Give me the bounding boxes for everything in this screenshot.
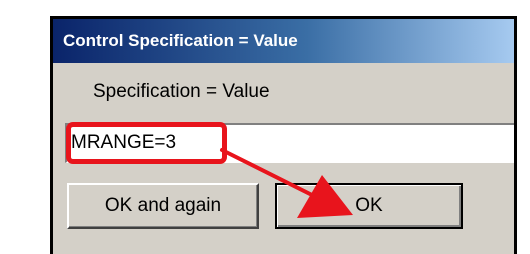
annotation-arrow-icon	[220, 148, 353, 218]
annotation-arrow-head	[297, 175, 353, 218]
screenshot-canvas: Control Specification = Value Specificat…	[0, 0, 530, 254]
annotation-arrow-shaft	[220, 148, 320, 200]
